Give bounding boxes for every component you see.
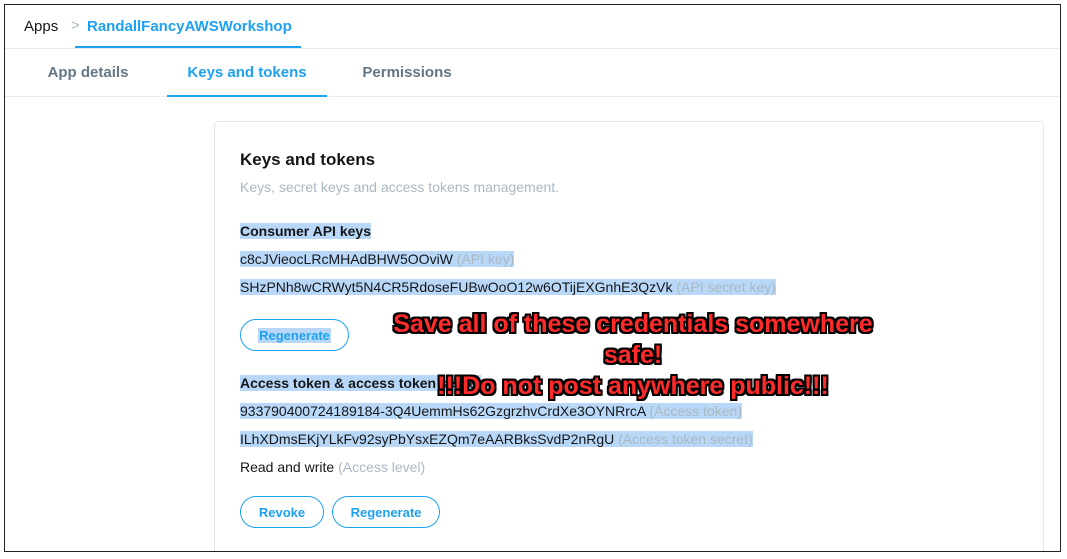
api-secret-line: SHzPNh8wCRWyt5N4CR5RdoseFUBwOoO12w6OTijE… <box>240 279 776 295</box>
access-level-value: Read and write <box>240 459 335 475</box>
breadcrumb: Apps > RandallFancyAWSWorkshop <box>5 5 1060 49</box>
access-token-label: (Access token) <box>649 403 742 419</box>
app-window: Apps > RandallFancyAWSWorkshop App detai… <box>4 4 1061 552</box>
tab-permissions[interactable]: Permissions <box>347 49 467 96</box>
access-token-value: 933790400724189184-3Q4UemmHs62GzgrzhvCrd… <box>240 403 646 419</box>
api-secret-label: (API secret key) <box>676 279 776 295</box>
access-token-line: 933790400724189184-3Q4UemmHs62GzgrzhvCrd… <box>240 403 742 419</box>
breadcrumb-active-indicator <box>75 46 301 48</box>
api-key-line: c8cJVieocLRcMHAdBHW5OOviW (API key) <box>240 251 515 267</box>
tab-bar: App details Keys and tokens Permissions <box>5 49 1060 97</box>
regenerate-access-token-button[interactable]: Regenerate <box>332 496 440 528</box>
breadcrumb-apps-link[interactable]: Apps <box>24 18 58 35</box>
warning-line-2: !!!Do not post anywhere public!!! <box>437 372 829 400</box>
access-secret-value: ILhXDmsEKjYLkFv92syPbYsxEZQm7eAARBksSvdP… <box>240 431 615 447</box>
access-secret-line: ILhXDmsEKjYLkFv92syPbYsxEZQm7eAARBksSvdP… <box>240 431 753 447</box>
regenerate-consumer-keys-button[interactable]: Regenerate <box>240 319 349 351</box>
tab-keys-and-tokens[interactable]: Keys and tokens <box>167 49 327 97</box>
access-level-line: Read and write (Access level) <box>240 459 425 475</box>
api-key-label: (API key) <box>456 251 515 267</box>
access-level-label: (Access level) <box>338 459 426 475</box>
access-secret-label: (Access token secret) <box>618 431 753 447</box>
consumer-keys-heading: Consumer API keys <box>240 223 371 239</box>
warning-line-1: Save all of these credentials somewhere … <box>393 310 873 369</box>
card-subtitle: Keys, secret keys and access tokens mana… <box>240 179 560 195</box>
breadcrumb-current-app[interactable]: RandallFancyAWSWorkshop <box>87 18 292 35</box>
chevron-right-icon: > <box>71 17 80 34</box>
api-secret-value: SHzPNh8wCRWyt5N4CR5RdoseFUBwOoO12w6OTijE… <box>240 279 673 295</box>
revoke-button[interactable]: Revoke <box>240 496 324 528</box>
tab-app-details[interactable]: App details <box>25 49 151 96</box>
warning-annotation: Save all of these credentials somewhere … <box>363 309 903 402</box>
card-title: Keys and tokens <box>240 150 376 169</box>
api-key-value: c8cJVieocLRcMHAdBHW5OOviW <box>240 251 453 267</box>
